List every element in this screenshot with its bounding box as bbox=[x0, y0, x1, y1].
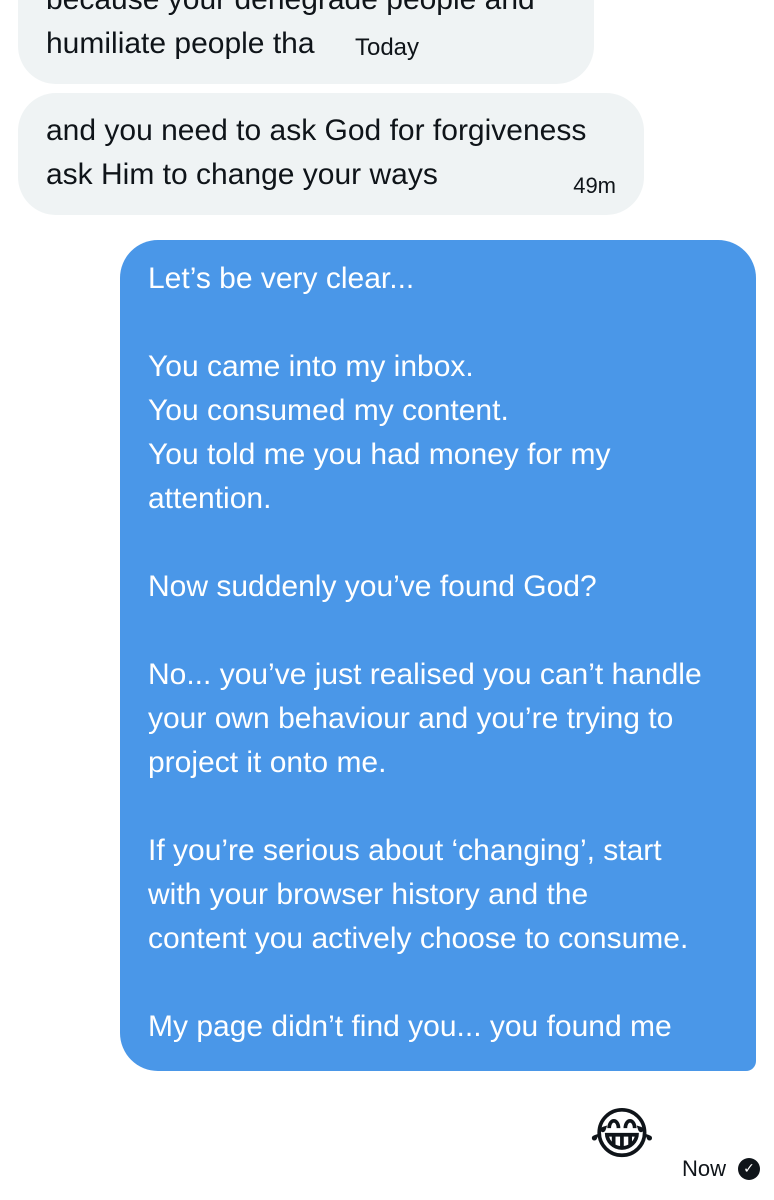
status-timestamp: Now bbox=[681, 1156, 726, 1181]
message-line: Now suddenly you’ve found God? bbox=[148, 570, 597, 603]
message-line: You consumed my content. bbox=[148, 394, 509, 427]
message-line: You came into my inbox. bbox=[148, 350, 474, 383]
message-line: humiliate people tha oken bbox=[46, 27, 438, 60]
message-line: attention. bbox=[148, 482, 272, 515]
message-line: with your browser history and the bbox=[148, 878, 589, 911]
message-line: ask Him to change your ways bbox=[46, 158, 438, 191]
message-line: content you actively choose to consume. bbox=[148, 922, 689, 955]
message-status: Now ✓ bbox=[682, 1152, 760, 1186]
message-line: because your denegrade people and bbox=[46, 0, 594, 22]
message-line: If you’re serious about ‘changing’, star… bbox=[148, 834, 662, 867]
message-line: You told me you had money for my bbox=[148, 438, 611, 471]
laughing-reaction-icon[interactable]: 😂 bbox=[588, 1100, 656, 1168]
outgoing-message[interactable]: Let’s be very clear... You came into my … bbox=[120, 240, 756, 1071]
message-timestamp: 49m bbox=[573, 173, 616, 198]
message-line: project it onto me. bbox=[148, 746, 387, 779]
message-line: and you need to ask God for forgiveness bbox=[46, 114, 587, 147]
message-line: No... you’ve just realised you can’t han… bbox=[148, 658, 702, 691]
incoming-message-1[interactable]: because your denegrade people and humili… bbox=[18, 0, 594, 84]
message-line: Let’s be very clear... bbox=[148, 262, 415, 295]
message-line: My page didn’t find you... you found me bbox=[148, 1010, 672, 1043]
sent-check-icon: ✓ bbox=[738, 1158, 760, 1180]
message-line: your own behaviour and you’re trying to bbox=[148, 702, 674, 735]
date-divider: Today bbox=[326, 26, 448, 70]
incoming-message-2[interactable]: and you need to ask God for forgiveness … bbox=[18, 93, 644, 215]
